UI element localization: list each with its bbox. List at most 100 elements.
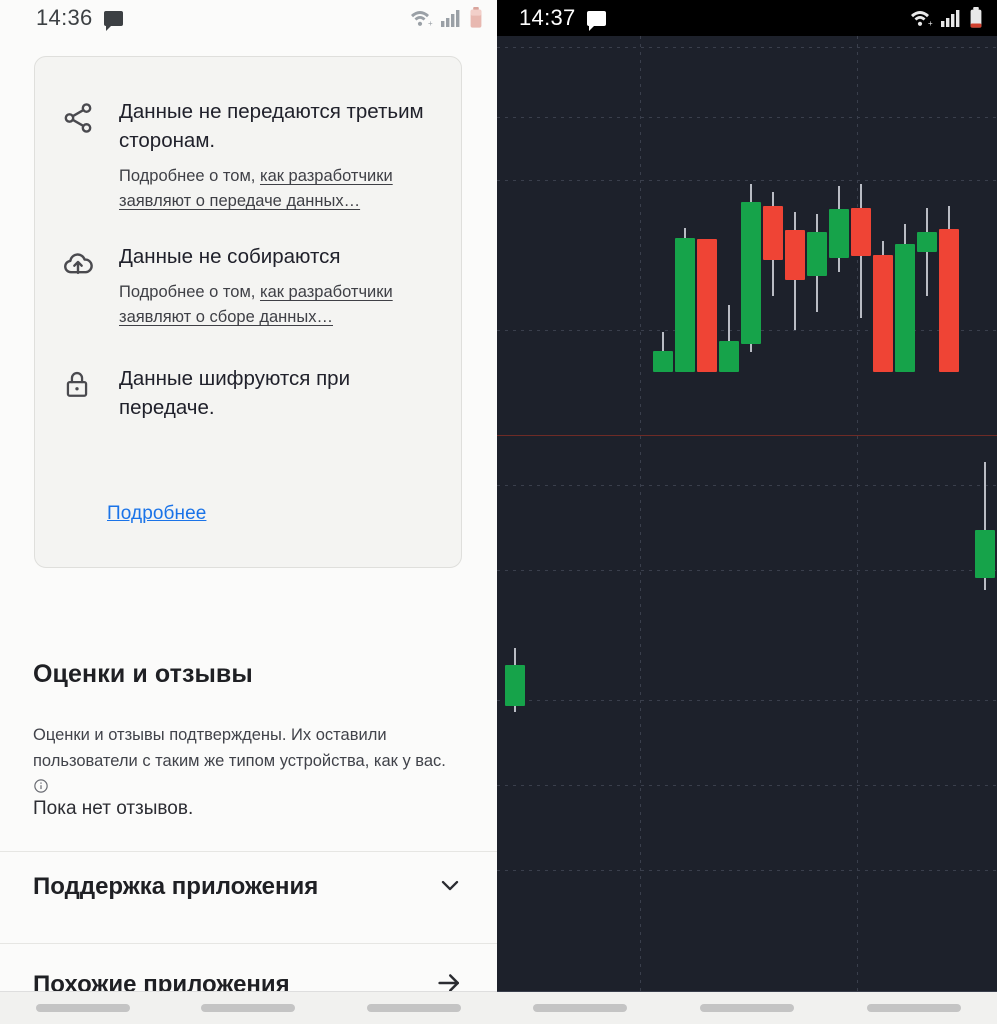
candle-body xyxy=(873,255,893,372)
wifi-icon: + xyxy=(411,11,433,28)
privacy-item-1-subtitle: Подробнее о том, как разработчики заявля… xyxy=(119,280,439,330)
candlestick-bear xyxy=(763,192,783,296)
battery-icon xyxy=(470,7,482,28)
right-phone-panel: 14:37 + xyxy=(497,0,997,1024)
candlestick-bull xyxy=(653,332,673,372)
grid-line-horizontal xyxy=(497,785,997,786)
status-bar-left-group: 14:36 xyxy=(36,5,123,31)
share-icon xyxy=(61,97,119,214)
candle-body xyxy=(829,209,849,258)
nav-bar-right xyxy=(497,991,997,1024)
candle-body xyxy=(895,244,915,372)
section-divider-1 xyxy=(0,851,497,852)
signal-icon xyxy=(441,10,460,27)
candle-wick xyxy=(926,208,928,296)
privacy-item-0-text: Данные не передаются третьим сторонам. П… xyxy=(119,97,439,214)
privacy-item-1-subtitle-prefix: Подробнее о том, xyxy=(119,283,260,301)
privacy-item-2-text: Данные шифруются при передаче. xyxy=(119,364,439,422)
grid-line-vertical xyxy=(640,36,641,991)
candlestick-bear xyxy=(939,206,959,372)
left-phone-panel: 14:36 + Данные не передаются третьим сто… xyxy=(0,0,497,1024)
grid-line-horizontal xyxy=(497,700,997,701)
nav-pill-back[interactable] xyxy=(35,1004,130,1012)
cloud-upload-icon xyxy=(61,242,119,330)
privacy-item-0-subtitle: Подробнее о том, как разработчики заявля… xyxy=(119,164,439,214)
candlestick-bull xyxy=(741,184,761,352)
candle-body xyxy=(505,665,525,706)
candle-body xyxy=(697,239,717,372)
candle-body xyxy=(785,230,805,280)
candle-body xyxy=(653,351,673,372)
chat-bubble-icon xyxy=(586,10,606,31)
grid-line-horizontal xyxy=(497,870,997,871)
candle-body xyxy=(763,206,783,260)
candlestick-bull xyxy=(675,228,695,372)
candle-body xyxy=(741,202,761,344)
grid-line-horizontal xyxy=(497,180,997,181)
clock-time: 14:36 xyxy=(36,5,93,30)
price-level-line xyxy=(497,435,997,436)
candlestick-bull xyxy=(505,648,525,712)
grid-line-horizontal xyxy=(497,570,997,571)
section-app-support-label: Поддержка приложения xyxy=(33,873,319,900)
status-bar-right-group: + xyxy=(409,7,483,29)
ratings-description: Оценки и отзывы подтверждены. Их оставил… xyxy=(33,722,453,800)
candlestick-bull xyxy=(895,224,915,372)
privacy-item-2-title: Данные шифруются при передаче. xyxy=(119,367,351,419)
svg-text:+: + xyxy=(928,19,933,28)
candlestick-bull xyxy=(975,462,995,590)
candlestick-bear xyxy=(873,241,893,372)
section-divider-2 xyxy=(0,943,497,944)
chat-bubble-icon xyxy=(103,10,123,31)
svg-text:+: + xyxy=(428,19,433,28)
no-reviews-text: Пока нет отзывов. xyxy=(33,798,194,819)
privacy-more-link[interactable]: Подробнее xyxy=(107,503,206,525)
candlestick-chart[interactable] xyxy=(497,36,997,991)
status-bar-right: 14:37 + xyxy=(497,0,997,36)
info-icon[interactable] xyxy=(33,778,49,794)
candlestick-bear xyxy=(697,239,717,372)
privacy-item-1-text: Данные не собираются Подробнее о том, ка… xyxy=(119,242,439,330)
privacy-item-1-title: Данные не собираются xyxy=(119,245,341,268)
clock-time: 14:37 xyxy=(519,5,576,30)
status-bar-right-right-group: + xyxy=(909,7,983,29)
candle-body xyxy=(917,232,937,252)
candlestick-bull xyxy=(719,305,739,372)
lock-icon xyxy=(61,364,119,422)
candlestick-bull xyxy=(917,208,937,296)
privacy-item-1: Данные не собираются Подробнее о том, ка… xyxy=(35,242,461,330)
candlestick-bull xyxy=(829,186,849,272)
nav-pill-back[interactable] xyxy=(533,1004,628,1012)
candle-body xyxy=(807,232,827,276)
privacy-item-0: Данные не передаются третьим сторонам. П… xyxy=(35,97,461,214)
status-bar-right-left-group: 14:37 xyxy=(519,5,606,31)
nav-pill-recents[interactable] xyxy=(367,1004,462,1012)
candle-body xyxy=(675,238,695,372)
chevron-down-icon xyxy=(436,871,464,904)
dual-screenshot-root: 14:36 + Данные не передаются третьим сто… xyxy=(0,0,997,1024)
privacy-item-0-subtitle-prefix: Подробнее о том, xyxy=(119,167,260,185)
candle-body xyxy=(719,341,739,372)
candle-body xyxy=(975,530,995,578)
ratings-heading: Оценки и отзывы xyxy=(33,660,253,688)
nav-pill-home[interactable] xyxy=(699,1004,794,1012)
grid-line-horizontal xyxy=(497,47,997,48)
status-bar-left: 14:36 + xyxy=(0,0,497,36)
grid-line-horizontal xyxy=(497,485,997,486)
candlestick-bull xyxy=(807,214,827,312)
nav-pill-recents[interactable] xyxy=(866,1004,961,1012)
nav-pill-home[interactable] xyxy=(201,1004,296,1012)
wifi-icon: + xyxy=(911,11,933,28)
ratings-description-text: Оценки и отзывы подтверждены. Их оставил… xyxy=(33,726,446,770)
data-safety-card: Данные не передаются третьим сторонам. П… xyxy=(34,56,462,568)
nav-bar-left xyxy=(0,991,497,1024)
candle-body xyxy=(939,229,959,372)
candlestick-bear xyxy=(785,212,805,330)
section-app-support[interactable]: Поддержка приложения xyxy=(33,865,464,909)
signal-icon xyxy=(941,10,960,27)
candle-body xyxy=(851,208,871,256)
privacy-item-0-title: Данные не передаются третьим сторонам. xyxy=(119,100,424,152)
grid-line-vertical xyxy=(857,36,858,991)
grid-line-horizontal xyxy=(497,117,997,118)
battery-icon xyxy=(970,7,982,28)
